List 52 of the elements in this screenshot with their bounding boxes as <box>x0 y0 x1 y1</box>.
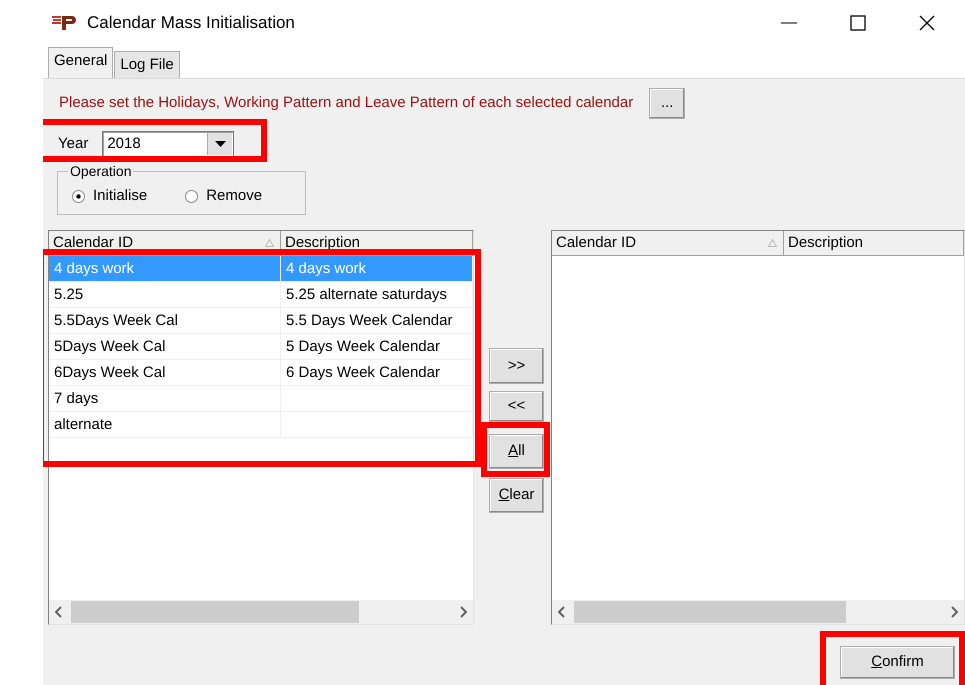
table-cell: 6Days Week Cal <box>54 364 166 381</box>
radio-option[interactable]: Remove <box>185 184 262 208</box>
sort-arrow-icon <box>768 239 777 247</box>
horizontal-scrollbar[interactable] <box>552 600 964 624</box>
table-cell: 5 Days Week Calendar <box>286 338 440 355</box>
instruction-text: Please set the Holidays, Working Pattern and Leave Pattern of each selected calendar <box>59 93 634 114</box>
column-header[interactable]: Description <box>281 231 473 255</box>
app-logo-icon <box>52 16 77 30</box>
sort-arrow-icon <box>265 239 274 247</box>
list-row[interactable]: 7 days <box>49 386 473 412</box>
list-row[interactable]: 5Days Week Cal 5 Days Week Calendar <box>49 334 473 360</box>
move-button[interactable]: Clear <box>489 478 544 513</box>
table-cell: 5.25 <box>54 286 84 303</box>
table-cell: alternate <box>54 416 112 433</box>
year-label: Year <box>58 134 88 154</box>
table-cell: 5.5 Days Week Calendar <box>286 312 452 329</box>
radio-button[interactable] <box>72 190 85 202</box>
table-cell: 7 days <box>54 390 98 407</box>
scroll-right-icon[interactable] <box>459 606 467 618</box>
confirm-button[interactable]: Confirm <box>840 646 955 679</box>
pattern-button[interactable]: ... <box>649 88 686 119</box>
window-title: Calendar Mass Initialisation <box>87 12 295 34</box>
list-row[interactable]: 5.5Days Week Cal 5.5 Days Week Calendar <box>49 308 473 334</box>
move-button[interactable]: All <box>489 434 544 469</box>
scroll-left-icon[interactable] <box>558 606 566 618</box>
list-row[interactable]: 6Days Week Cal 6 Days Week Calendar <box>49 360 473 386</box>
tab[interactable]: Log File <box>114 50 180 78</box>
list-row[interactable]: alternate <box>49 412 473 438</box>
table-cell: 4 days work <box>286 260 366 277</box>
table-cell: 6 Days Week Calendar <box>286 364 440 381</box>
list-row[interactable]: 5.25 5.25 alternate saturdays <box>49 282 473 308</box>
tab[interactable]: General <box>48 46 114 79</box>
year-dropdown[interactable]: 2018 <box>102 131 234 157</box>
maximize-icon[interactable] <box>850 15 866 31</box>
close-icon[interactable] <box>918 15 935 31</box>
table-cell: 5.25 alternate saturdays <box>286 286 447 303</box>
table-cell: 5Days Week Cal <box>54 338 166 355</box>
table-cell: 4 days work <box>54 260 134 277</box>
scroll-left-icon[interactable] <box>55 606 63 618</box>
group-legend: Operation <box>68 164 134 179</box>
table-cell: 5.5Days Week Cal <box>54 312 178 329</box>
dropdown-arrow-icon <box>214 141 226 147</box>
horizontal-scrollbar[interactable] <box>49 600 473 624</box>
radio-option[interactable]: Initialise <box>72 184 148 208</box>
move-button[interactable]: << <box>489 391 544 422</box>
column-header[interactable]: Description <box>784 231 964 255</box>
radio-button[interactable] <box>185 190 198 202</box>
column-header[interactable]: Calendar ID <box>49 231 281 255</box>
column-header[interactable]: Calendar ID <box>552 231 784 255</box>
scroll-right-icon[interactable] <box>950 606 958 618</box>
move-button[interactable]: >> <box>489 348 544 384</box>
minimize-icon[interactable] <box>780 22 797 24</box>
